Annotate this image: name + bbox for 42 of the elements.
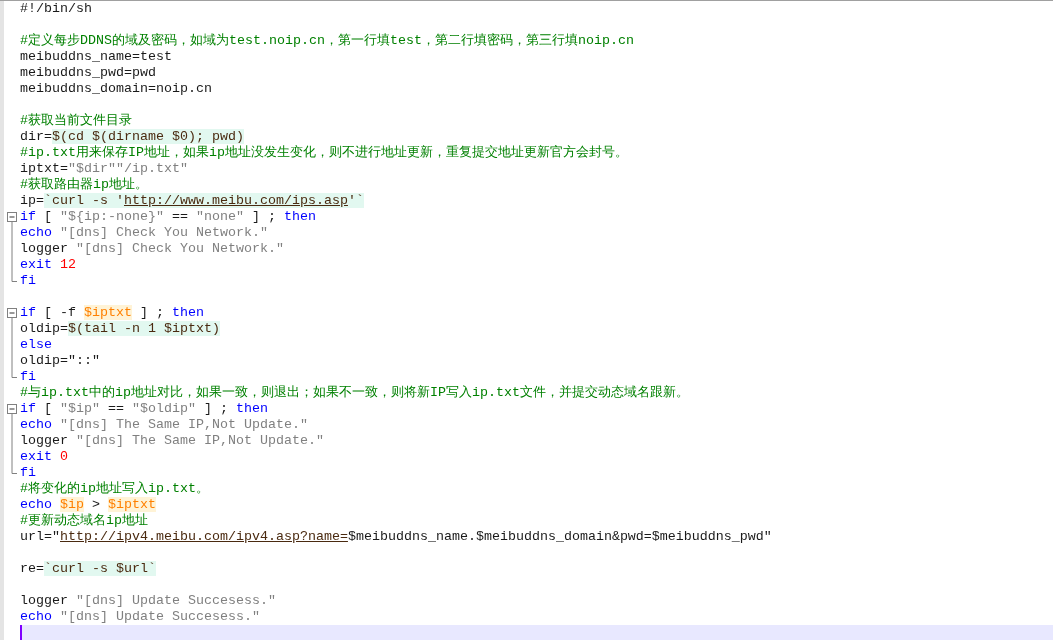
code-line: exit 12 [20,257,76,272]
fold-end-icon [11,369,18,378]
fold-toggle-icon[interactable] [7,212,17,225]
code-comment: #与ip.txt中的ip地址对比，如果一致，则退出；如果不一致，则将新IP写入ip.txt文件，并提交动态域名跟新。 [20,385,689,400]
code-comment: #获取路由器ip地址。 [20,177,148,192]
code-line: oldip="::" [20,353,100,368]
code-line: echo "[dns] Update Succesess." [20,609,260,624]
code-line: fi [20,273,36,288]
code-line: meibuddns_domain=noip.cn [20,81,212,96]
code-line: oldip=$(tail -n 1 $iptxt) [20,321,220,336]
code-comment: #将变化的ip地址写入ip.txt。 [20,481,209,496]
url-link[interactable]: http://www.meibu.com/ips.asp [124,193,348,208]
code-comment: #定义每步DDNS的域及密码，如域为test.noip.cn，第一行填test，第二行填密码，第三行填noip.cn [20,33,634,48]
code-line: else [20,337,52,352]
code-line: meibuddns_name=test [20,49,172,64]
code-line: dir=$(cd $(dirname $0); pwd) [20,129,244,144]
fold-toggle-icon[interactable] [7,308,17,321]
fold-end-icon [11,273,18,282]
fold-end-icon [11,465,18,474]
code-comment: #获取当前文件目录 [20,113,132,128]
code-line: url="http://ipv4.meibu.com/ipv4.asp?name=$meibuddns_name.$meibuddns_domain&pwd=$meibuddns_pwd" [20,529,772,544]
code-line: if [ -f $iptxt ] ; then [20,305,204,320]
code-line: #!/bin/sh [20,1,92,16]
code-line: logger "[dns] Check You Network." [20,241,284,256]
code-line: ip=`curl -s 'http://www.meibu.com/ips.asp'` [20,193,364,208]
code-comment: #更新动态域名ip地址 [20,513,148,528]
code-line: re=`curl -s $url` [20,561,156,576]
code-line: fi [20,465,36,480]
url-link[interactable]: http://ipv4.meibu.com/ipv4.asp?name= [60,529,348,544]
code-line: fi [20,369,36,384]
code-line: if [ "${ip:-none}" == "none" ] ; then [20,209,316,224]
code-line: logger "[dns] Update Succesess." [20,593,276,608]
code-line: logger "[dns] The Same IP,Not Update." [20,433,324,448]
code-line: exit 0 [20,449,68,464]
code-line: iptxt="$dir""/ip.txt" [20,161,188,176]
code-line: meibuddns_pwd=pwd [20,65,156,80]
code-line: echo "[dns] The Same IP,Not Update." [20,417,308,432]
code-line: if [ "$ip" == "$oldip" ] ; then [20,401,268,416]
code-line: echo $ip > $iptxt [20,497,156,512]
code-comment: #ip.txt用来保存IP地址，如果ip地址没发生变化，则不进行地址更新，重复提交地址更新官方会封号。 [20,145,628,160]
code-line: echo "[dns] Check You Network." [20,225,268,240]
fold-toggle-icon[interactable] [7,404,17,417]
